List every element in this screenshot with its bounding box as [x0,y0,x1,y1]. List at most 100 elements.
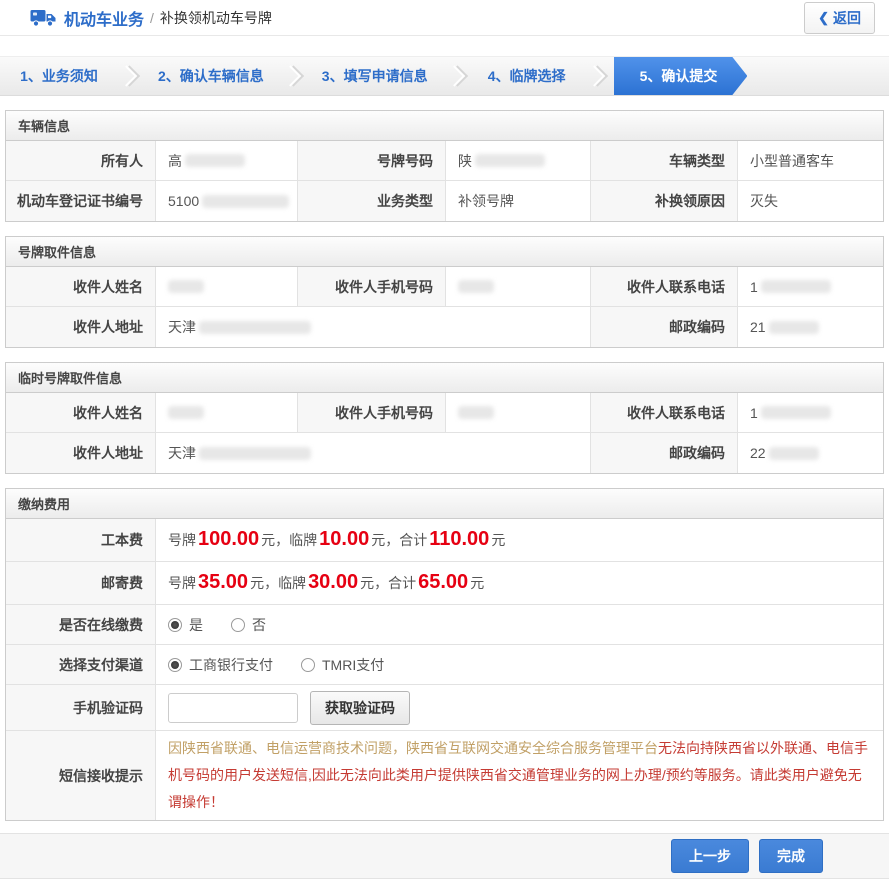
redacted-blur [458,280,494,293]
redacted-blur [168,280,204,293]
channel-tmri-radio[interactable]: TMRI支付 [301,655,384,675]
production-total-amount: 110.00 [429,528,489,551]
back-chevron-icon: ❮ [818,10,829,26]
registration-cert-label: 机动车登记证书编号 [6,181,156,221]
step-separator-icon [118,57,140,95]
sms-code-input[interactable] [168,693,298,723]
online-payment-label: 是否在线缴费 [6,605,156,645]
temp-recipient-address-label: 收件人地址 [6,433,156,473]
sms-code-row: 获取验证码 [156,685,883,731]
step-5-confirm-submit[interactable]: 5、确认提交 [614,57,748,95]
radio-icon[interactable] [301,658,315,672]
recipient-address-label: 收件人地址 [6,307,156,347]
back-button-label: 返回 [833,8,861,28]
vehicle-info-title: 车辆信息 [6,111,883,141]
redacted-blur [199,321,311,334]
plate-pickup-section: 号牌取件信息 收件人姓名 收件人手机号码 收件人联系电话 1 收件人地址 天津 … [5,236,884,348]
postage-fee-label: 邮寄费 [6,562,156,605]
wizard-steps: 1、业务须知 2、确认车辆信息 3、填写申请信息 4、临牌选择 5、确认提交 [0,56,889,96]
step-2-confirm-vehicle[interactable]: 2、确认车辆信息 [140,57,282,95]
redacted-blur [769,321,819,334]
temp-postal-code-value: 22 [738,433,883,473]
redacted-blur [185,154,245,167]
plate-number-value: 陕 [446,141,591,181]
recipient-phone-label: 收件人联系电话 [591,267,738,307]
sms-notice-text: 因陕西省联通、电信运营商技术问题，陕西省互联网交通安全综合服务管理平台无法向持陕… [156,731,883,820]
footer-action-bar: 上一步 完成 [0,833,889,879]
postage-plate-amount: 35.00 [198,571,248,594]
temp-plate-pickup-title: 临时号牌取件信息 [6,363,883,393]
postal-code-value: 21 [738,307,883,347]
previous-step-button[interactable]: 上一步 [671,839,749,873]
online-payment-yes-radio[interactable]: 是 [168,615,203,635]
postage-total-amount: 65.00 [418,571,468,594]
vehicle-info-section: 车辆信息 所有人 高 号牌号码 陕 车辆类型 小型普通客车 机动车登记证书编号 … [5,110,884,222]
production-fee-label: 工本费 [6,519,156,562]
get-sms-code-button[interactable]: 获取验证码 [310,691,410,725]
online-payment-no-label: 否 [252,615,266,635]
step-4-temp-plate-select[interactable]: 4、临牌选择 [468,57,586,95]
recipient-name-label: 收件人姓名 [6,267,156,307]
temp-recipient-address-value: 天津 [156,433,591,473]
temp-recipient-phone-label: 收件人联系电话 [591,393,738,433]
redacted-blur [202,195,289,208]
channel-icbc-radio[interactable]: 工商银行支付 [168,655,273,675]
redacted-blur [761,280,831,293]
replace-reason-label: 补换领原因 [591,181,738,221]
payment-channel-options: 工商银行支付 TMRI支付 [156,645,883,685]
online-payment-yes-label: 是 [189,615,203,635]
finish-button[interactable]: 完成 [759,839,823,873]
temp-recipient-name-value [156,393,298,433]
temp-plate-pickup-section: 临时号牌取件信息 收件人姓名 收件人手机号码 收件人联系电话 1 收件人地址 天… [5,362,884,474]
recipient-mobile-value [446,267,591,307]
breadcrumb-separator: / [150,10,154,26]
payment-channel-label: 选择支付渠道 [6,645,156,685]
step-3-fill-application[interactable]: 3、填写申请信息 [304,57,446,95]
postage-temp-amount: 30.00 [308,571,358,594]
step-1-business-notice[interactable]: 1、业务须知 [0,57,118,95]
back-button[interactable]: ❮ 返回 [804,2,875,34]
production-temp-amount: 10.00 [319,528,369,551]
sms-code-label: 手机验证码 [6,685,156,731]
postal-code-label: 邮政编码 [591,307,738,347]
plate-pickup-title: 号牌取件信息 [6,237,883,267]
redacted-blur [458,406,494,419]
recipient-mobile-label: 收件人手机号码 [298,267,446,307]
radio-icon[interactable] [231,618,245,632]
owner-label: 所有人 [6,141,156,181]
temp-recipient-mobile-label: 收件人手机号码 [298,393,446,433]
online-payment-no-radio[interactable]: 否 [231,615,266,635]
vehicle-type-label: 车辆类型 [591,141,738,181]
redacted-blur [475,154,545,167]
online-payment-options: 是 否 [156,605,883,645]
temp-recipient-phone-value: 1 [738,393,883,433]
top-header-bar: 机动车业务 / 补换领机动车号牌 ❮ 返回 [0,0,889,36]
production-plate-amount: 100.00 [198,528,259,551]
payment-fees-title: 缴纳费用 [6,489,883,519]
step-separator-icon [586,57,608,95]
plate-number-label: 号牌号码 [298,141,446,181]
payment-fees-section: 缴纳费用 工本费 号牌 100.00元， 临牌 10.00元， 合计 110.0… [5,488,884,821]
postage-fee-value: 号牌 35.00元， 临牌 30.00元， 合计 65.00元 [156,562,883,605]
production-fee-value: 号牌 100.00元， 临牌 10.00元， 合计 110.00元 [156,519,883,562]
page-title: 机动车业务 [64,6,144,30]
radio-icon[interactable] [168,658,182,672]
temp-recipient-mobile-value [446,393,591,433]
vehicle-type-value: 小型普通客车 [738,141,883,181]
step-separator-icon [282,57,304,95]
redacted-blur [769,447,819,460]
temp-postal-code-label: 邮政编码 [591,433,738,473]
recipient-phone-value: 1 [738,267,883,307]
radio-icon[interactable] [168,618,182,632]
temp-recipient-name-label: 收件人姓名 [6,393,156,433]
business-type-label: 业务类型 [298,181,446,221]
registration-cert-value: 5100 [156,181,298,221]
business-type-value: 补领号牌 [446,181,591,221]
channel-tmri-label: TMRI支付 [322,655,384,675]
replace-reason-value: 灭失 [738,181,883,221]
redacted-blur [761,406,831,419]
truck-icon [30,9,56,27]
sms-notice-label: 短信接收提示 [6,731,156,820]
recipient-address-value: 天津 [156,307,591,347]
recipient-name-value [156,267,298,307]
